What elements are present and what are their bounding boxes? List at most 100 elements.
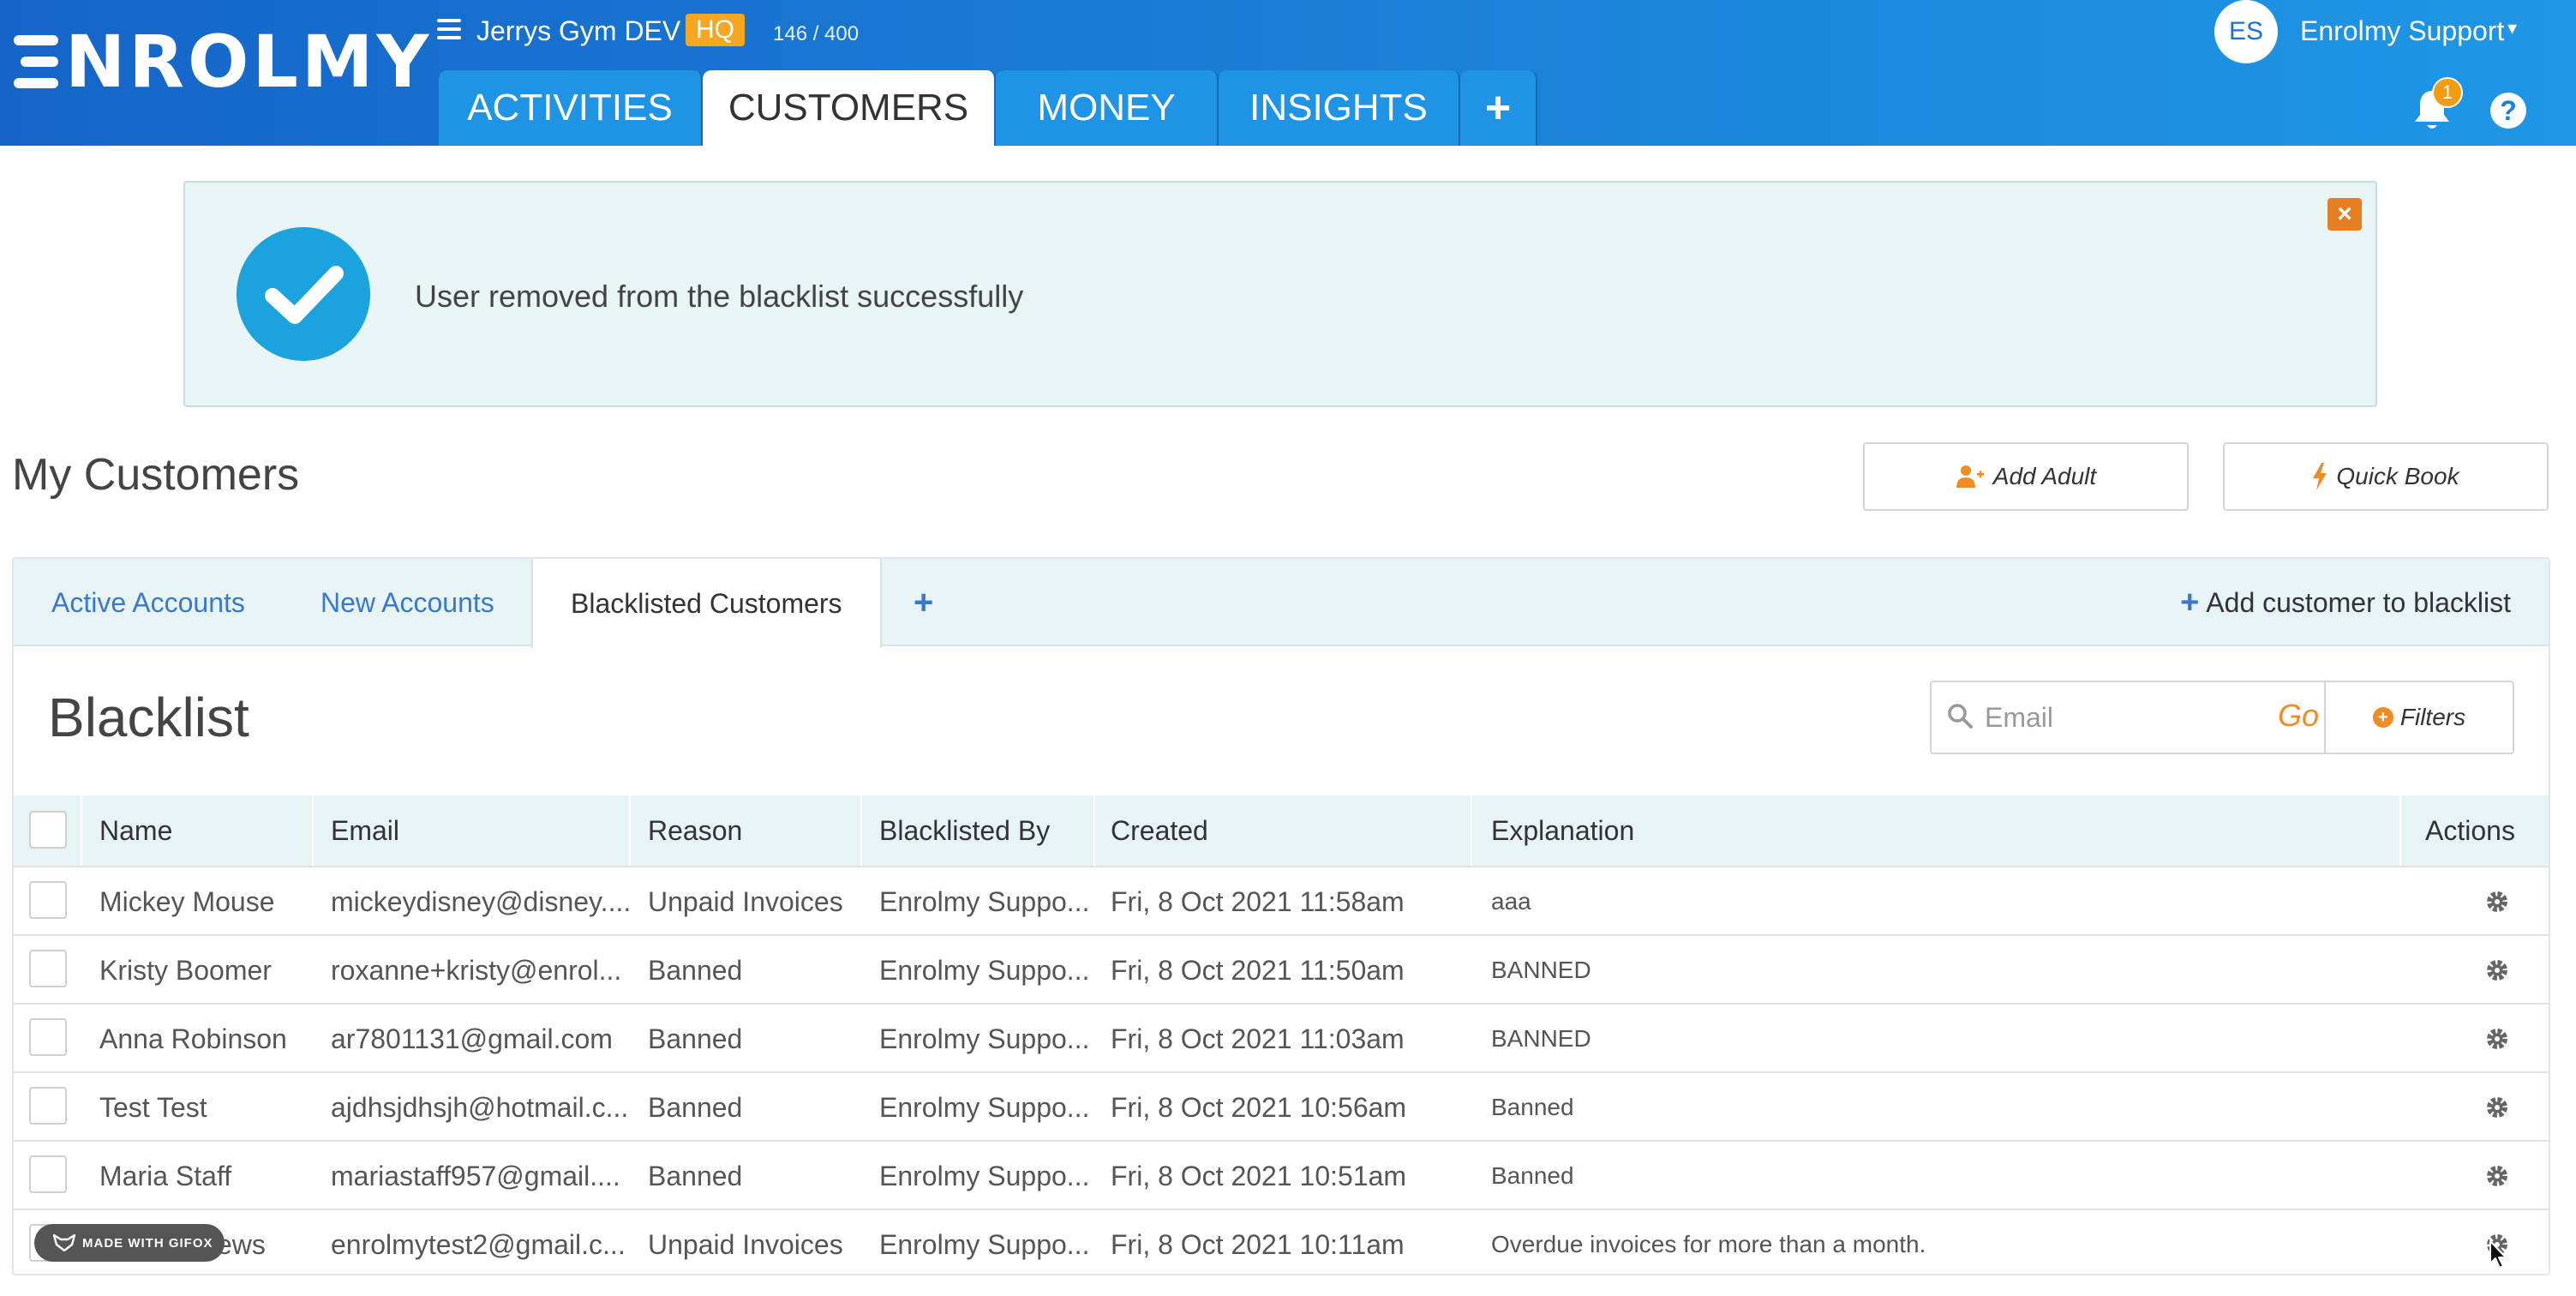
cell-blacklisted-by: Enrolmy Suppo... xyxy=(879,885,1090,917)
section-title: Blacklist xyxy=(48,687,249,748)
customers-panel: Active Accounts New Accounts Blacklisted… xyxy=(12,557,2550,1275)
table-row[interactable]: Anna Robinson ar7801131@gmail.com Banned… xyxy=(14,1003,2549,1071)
email-search-input[interactable] xyxy=(1985,696,2242,739)
fox-icon xyxy=(53,1234,75,1251)
column-header-blacklisted-by[interactable]: Blacklisted By xyxy=(879,795,1050,866)
cell-explanation: Overdue invoices for more than a month. xyxy=(1491,1231,1926,1257)
cell-created: Fri, 8 Oct 2021 11:58am xyxy=(1111,885,1405,917)
cell-reason: Banned xyxy=(648,1091,743,1123)
add-customer-to-blacklist-label: Add customer to blacklist xyxy=(2206,586,2511,618)
tab-insights[interactable]: INSIGHTS xyxy=(1219,70,1460,146)
table-row[interactable]: Test Test ajdhsjdhsjh@hotmail.c... Banne… xyxy=(14,1071,2549,1140)
cell-name: Test Test xyxy=(99,1091,207,1123)
cell-email: mariastaff957@gmail.... xyxy=(331,1160,620,1191)
cell-email: ajdhsjdhsjh@hotmail.c... xyxy=(331,1091,629,1123)
add-sub-tab-plus-icon[interactable]: + xyxy=(914,559,933,646)
filters-label: Filters xyxy=(2399,704,2466,730)
gear-icon[interactable] xyxy=(2485,1164,2509,1188)
add-tab-plus-icon[interactable]: + xyxy=(1460,70,1537,146)
cell-created: Fri, 8 Oct 2021 10:11am xyxy=(1111,1228,1405,1260)
quick-book-button[interactable]: Quick Book xyxy=(2223,442,2549,511)
filters-button[interactable]: + Filters xyxy=(2324,681,2514,754)
cell-email: enrolmytest2@gmail.c... xyxy=(331,1228,626,1260)
add-adult-button[interactable]: Add Adult xyxy=(1863,442,2189,511)
cell-email: ar7801131@gmail.com xyxy=(331,1023,613,1054)
logo-e-mark xyxy=(14,35,58,88)
column-header-explanation[interactable]: Explanation xyxy=(1491,795,1634,866)
customer-counter: 146 / 400 xyxy=(773,22,860,45)
cell-name: Anna Robinson xyxy=(99,1023,287,1054)
notification-count-badge: 1 xyxy=(2432,77,2463,108)
cell-name: Mickey Mouse xyxy=(99,885,275,917)
plus-icon: + xyxy=(2180,584,2200,621)
cell-created: Fri, 8 Oct 2021 11:03am xyxy=(1111,1023,1405,1054)
search-icon xyxy=(1948,704,1973,729)
go-button[interactable]: Go xyxy=(2278,698,2319,734)
column-header-created[interactable]: Created xyxy=(1111,795,1208,866)
cell-created: Fri, 8 Oct 2021 11:50am xyxy=(1111,954,1405,986)
tab-new-accounts[interactable]: New Accounts xyxy=(321,559,494,646)
table-row[interactable]: Mickey Mouse mickeydisney@disney.... Unp… xyxy=(14,866,2549,934)
table-row[interactable]: Ann Mathews enrolmytest2@gmail.c... Unpa… xyxy=(14,1209,2549,1277)
gear-icon[interactable] xyxy=(2485,1095,2509,1119)
gear-icon[interactable] xyxy=(2485,1027,2509,1051)
email-search-box: Go xyxy=(1930,681,2326,754)
page-title: My Customers xyxy=(12,450,300,500)
tab-activities[interactable]: ACTIVITIES xyxy=(439,70,703,146)
tab-customers[interactable]: CUSTOMERS xyxy=(703,70,996,146)
tab-money[interactable]: MONEY xyxy=(996,70,1219,146)
cell-reason: Banned xyxy=(648,1023,743,1054)
tab-active-accounts[interactable]: Active Accounts xyxy=(51,559,245,646)
cell-explanation: Banned xyxy=(1491,1094,1574,1120)
row-checkbox[interactable] xyxy=(29,950,67,987)
close-icon[interactable]: × xyxy=(2327,198,2362,231)
column-header-actions: Actions xyxy=(2425,814,2515,846)
add-adult-label: Add Adult xyxy=(1992,463,2097,489)
column-header-email[interactable]: Email xyxy=(331,795,399,866)
cell-blacklisted-by: Enrolmy Suppo... xyxy=(879,1160,1090,1191)
main-nav-tabs: ACTIVITIES CUSTOMERS MONEY INSIGHTS + xyxy=(439,70,1537,146)
success-alert: User removed from the blacklist successf… xyxy=(183,181,2377,407)
add-customer-to-blacklist-button[interactable]: + Add customer to blacklist xyxy=(2180,559,2511,646)
cell-explanation: BANNED xyxy=(1491,1025,1591,1052)
row-checkbox[interactable] xyxy=(29,881,67,919)
cell-created: Fri, 8 Oct 2021 10:56am xyxy=(1111,1091,1407,1123)
user-menu-name[interactable]: Enrolmy Support xyxy=(2300,15,2504,47)
column-header-reason[interactable]: Reason xyxy=(648,795,742,866)
select-all-checkbox[interactable] xyxy=(29,811,67,849)
enrolmy-logo[interactable]: NROLMY xyxy=(14,20,432,104)
table-row[interactable]: Kristy Boomer roxanne+kristy@enrol... Ba… xyxy=(14,934,2549,1003)
help-icon[interactable]: ? xyxy=(2490,93,2526,129)
gear-icon[interactable] xyxy=(2485,958,2509,982)
bolt-icon xyxy=(2313,463,2327,490)
tab-blacklisted-customers[interactable]: Blacklisted Customers xyxy=(531,559,882,648)
user-plus-icon xyxy=(1956,465,1984,488)
mouse-cursor-icon xyxy=(2489,1240,2507,1269)
avatar[interactable]: ES xyxy=(2214,0,2278,63)
cell-email: mickeydisney@disney.... xyxy=(331,885,632,917)
cell-reason: Banned xyxy=(648,954,743,986)
sub-tab-bar: Active Accounts New Accounts Blacklisted… xyxy=(14,559,2549,648)
check-circle-icon xyxy=(237,227,370,361)
gifox-label: MADE WITH GIFOX xyxy=(82,1235,213,1251)
row-checkbox[interactable] xyxy=(29,1018,67,1056)
cell-reason: Unpaid Invoices xyxy=(648,1228,843,1260)
chevron-down-icon[interactable]: ▾ xyxy=(2507,17,2517,39)
column-header-name[interactable]: Name xyxy=(99,795,172,866)
cell-blacklisted-by: Enrolmy Suppo... xyxy=(879,954,1090,986)
table-row[interactable]: Maria Staff mariastaff957@gmail.... Bann… xyxy=(14,1140,2549,1209)
cell-name: Kristy Boomer xyxy=(99,954,272,986)
plus-circle-icon: + xyxy=(2372,707,2393,728)
cell-explanation: Banned xyxy=(1491,1162,1574,1189)
cell-explanation: aaa xyxy=(1491,888,1531,915)
quick-book-label: Quick Book xyxy=(2336,463,2459,489)
row-checkbox[interactable] xyxy=(29,1087,67,1125)
hamburger-icon[interactable] xyxy=(437,19,461,39)
row-checkbox[interactable] xyxy=(29,1155,67,1193)
alert-message: User removed from the blacklist successf… xyxy=(415,279,1024,314)
gear-icon[interactable] xyxy=(2485,890,2509,914)
hq-badge: HQ xyxy=(686,14,745,46)
organisation-name[interactable]: Jerrys Gym DEV xyxy=(476,15,680,47)
cell-blacklisted-by: Enrolmy Suppo... xyxy=(879,1228,1090,1260)
gifox-watermark: MADE WITH GIFOX xyxy=(34,1224,225,1262)
